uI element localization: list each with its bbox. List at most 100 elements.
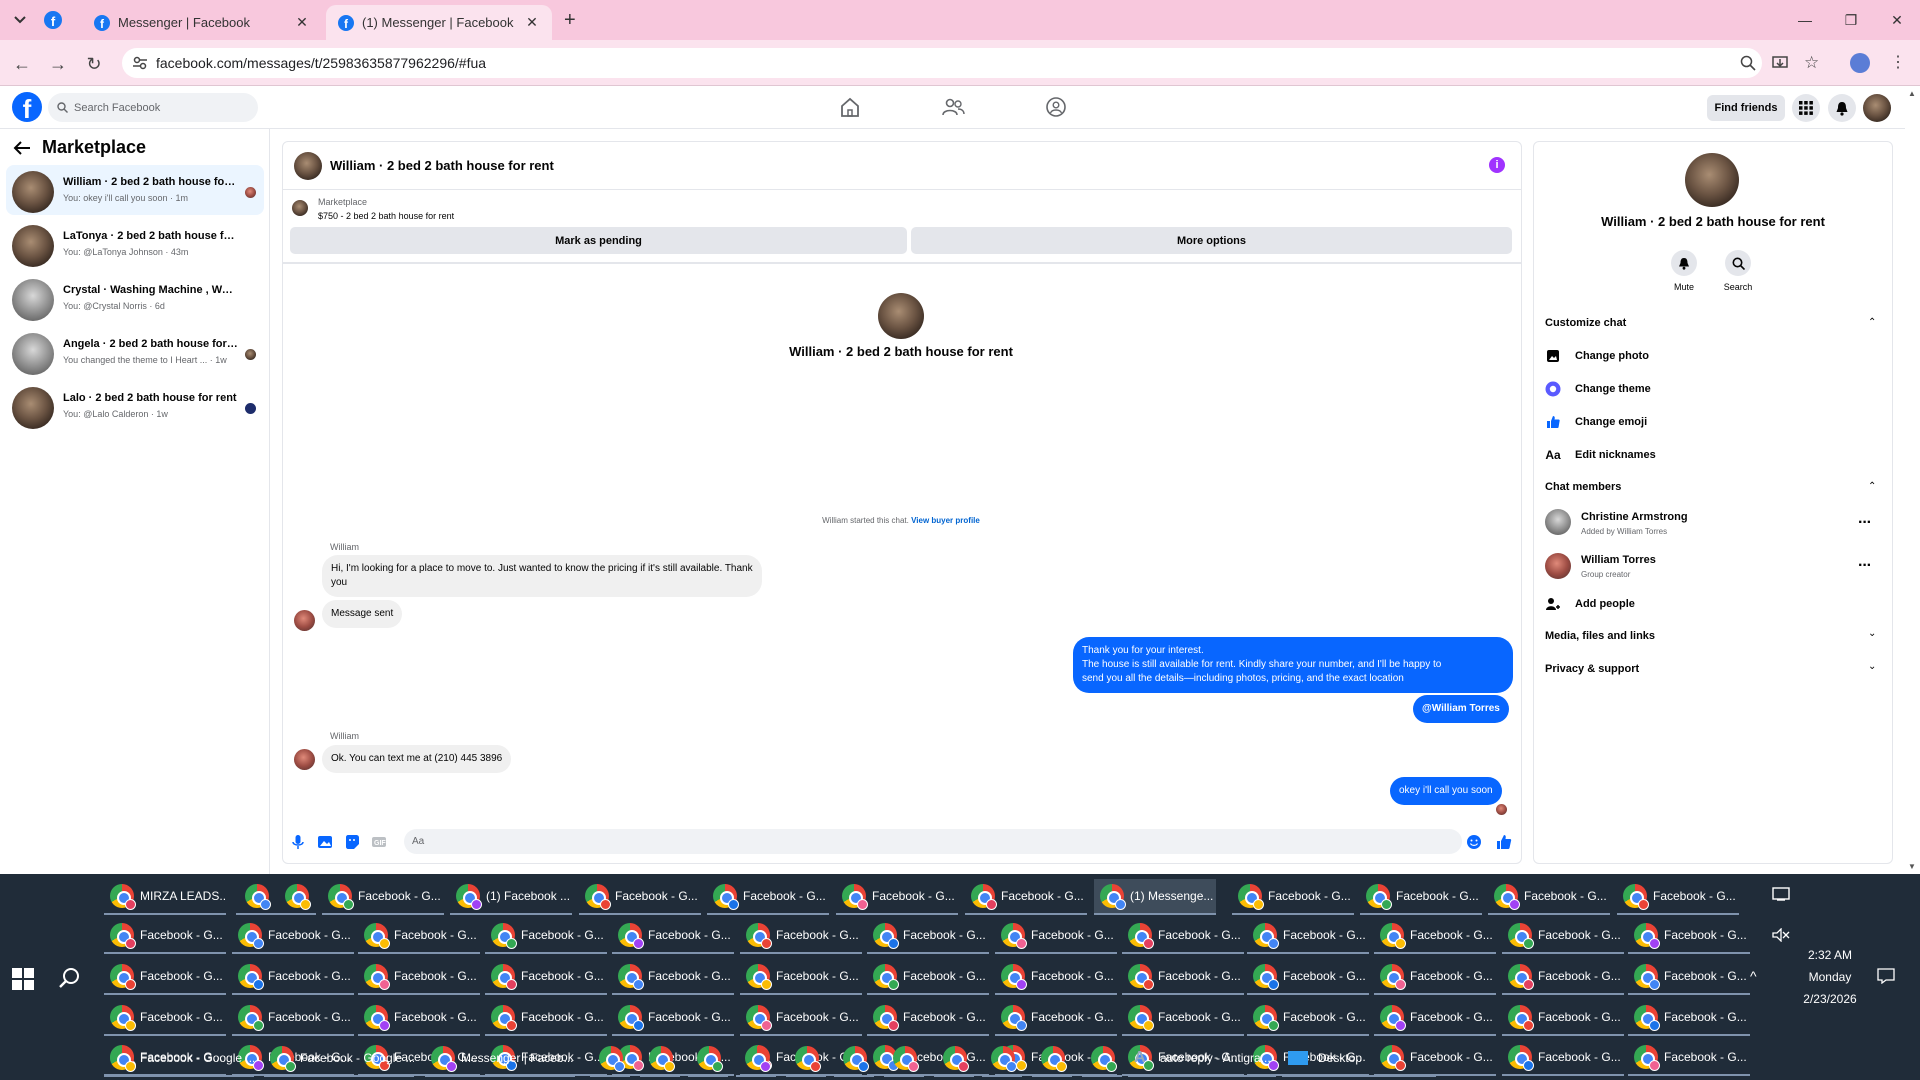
forward-button[interactable]: → (46, 52, 70, 76)
taskbar-window-button[interactable]: Facebook - G... (1247, 918, 1369, 954)
taskbar-window-button[interactable]: Facebook - G... (485, 1000, 607, 1036)
chevron-up-icon[interactable]: ^ (1750, 968, 1757, 984)
taskbar-window-button[interactable]: Facebook - G... (867, 1000, 989, 1036)
taskbar-window-button[interactable] (590, 1041, 630, 1077)
taskbar-window-button[interactable]: Facebook - G... (232, 1000, 354, 1036)
search-input[interactable]: Search Facebook (48, 93, 258, 122)
back-button[interactable]: ← (10, 52, 34, 76)
taskbar-window-button[interactable]: Facebook - G... (579, 879, 701, 915)
taskbar-window-button[interactable]: Facebook - G... (104, 918, 226, 954)
taskbar-window-button[interactable] (1032, 1041, 1072, 1077)
taskbar-window-button[interactable]: Facebook - G... (612, 959, 734, 995)
member-avatar[interactable] (1545, 509, 1571, 535)
taskbar-window-button[interactable] (786, 1041, 826, 1077)
more-options-button[interactable]: More options (911, 227, 1512, 254)
taskbar-window-button[interactable]: Facebook - G... (1122, 1000, 1244, 1036)
back-arrow-icon[interactable] (13, 140, 31, 156)
taskbar-window-button[interactable]: Facebook - G... (358, 918, 480, 954)
pinned-tab-facebook[interactable]: f (44, 11, 62, 29)
view-buyer-profile-link[interactable]: View buyer profile (911, 516, 980, 525)
taskbar-window-button[interactable] (736, 1041, 776, 1077)
member-name[interactable]: Christine Armstrong (1581, 511, 1688, 523)
taskbar-window-button[interactable]: Facebook - G... (1374, 1000, 1496, 1036)
taskbar-window-button[interactable] (934, 1041, 974, 1077)
mute-button[interactable] (1671, 250, 1697, 276)
message-input[interactable]: Aa (404, 829, 1462, 854)
taskbar-window-button[interactable] (834, 1041, 874, 1077)
media-files-section[interactable]: Media, files and links (1545, 630, 1655, 642)
conversation-item[interactable]: Crystal · Washing Machine , Washer You: … (6, 273, 264, 323)
chevron-up-icon[interactable]: ⌃ (1868, 481, 1876, 492)
emoji-icon[interactable] (1466, 834, 1482, 850)
chat-members-section[interactable]: Chat members (1545, 481, 1621, 493)
taskbar-window-button[interactable]: Facebook - G... (1122, 959, 1244, 995)
menu-grid-button[interactable] (1792, 94, 1820, 122)
close-icon[interactable]: ✕ (294, 14, 310, 30)
taskbar-window-button[interactable]: (1) Facebook ... (450, 879, 572, 915)
scroll-up-icon[interactable]: ▲ (1908, 89, 1916, 98)
search-conversation-button[interactable] (1725, 250, 1751, 276)
incoming-message[interactable]: Hi, I'm looking for a place to move to. … (322, 555, 762, 597)
taskbar-window-button[interactable]: Facebook - G... (1502, 918, 1624, 954)
volume-muted-icon[interactable] (1772, 928, 1790, 942)
facebook-logo[interactable]: f (12, 92, 42, 122)
taskbar-window-button[interactable]: Facebook - G... (1628, 959, 1750, 995)
close-window-button[interactable]: ✕ (1874, 0, 1920, 40)
taskbar-window-button[interactable]: Facebook - G... (707, 879, 829, 915)
site-info-icon[interactable] (132, 55, 148, 71)
menu-dots-icon[interactable]: ⋮ (1890, 52, 1906, 72)
taskbar-window-button[interactable]: Facebook - G... (867, 959, 989, 995)
chat-title[interactable]: William · 2 bed 2 bath house for rent (330, 158, 554, 173)
account-avatar[interactable] (1863, 94, 1891, 122)
taskbar-window-button[interactable]: Facebook - G... (612, 918, 734, 954)
change-photo-item[interactable]: Change photo (1545, 348, 1649, 364)
address-bar[interactable]: facebook.com/messages/t/2598363587796229… (122, 48, 1762, 78)
taskbar-window-button[interactable]: Aauto reply - Antigra... (1128, 1041, 1276, 1077)
taskbar-window-button[interactable]: Facebook - Google ... (104, 1041, 254, 1077)
taskbar-window-button[interactable]: Facebook - G... (1247, 1000, 1369, 1036)
taskbar-window-button[interactable]: Facebook - G... (612, 1000, 734, 1036)
page-scrollbar[interactable]: ▲ ▼ (1905, 86, 1920, 874)
friends-icon[interactable] (940, 96, 966, 118)
taskbar-window-button[interactable]: Facebook - G... (358, 1000, 480, 1036)
sticker-icon[interactable] (344, 834, 360, 850)
chevron-down-icon[interactable]: ⌄ (1868, 661, 1876, 672)
incoming-message[interactable]: Message sent (322, 600, 403, 628)
privacy-support-section[interactable]: Privacy & support (1545, 663, 1639, 675)
taskbar-window-button[interactable]: Facebook - G... (1232, 879, 1354, 915)
windows-start-icon[interactable] (12, 968, 34, 990)
taskbar-window-button[interactable]: Facebook - G... (485, 918, 607, 954)
taskbar-window-button[interactable]: Facebook - G... (232, 959, 354, 995)
search-icon[interactable] (58, 966, 82, 990)
chat-avatar[interactable] (294, 152, 322, 180)
taskbar-window-button[interactable]: Facebook - G... (1617, 879, 1739, 915)
profile-icon[interactable] (1850, 53, 1870, 73)
customize-chat-section[interactable]: Customize chat (1545, 317, 1626, 329)
photo-icon[interactable] (317, 834, 333, 850)
member-options-button[interactable]: ··· (1858, 557, 1872, 575)
taskbar-window-button[interactable]: Facebook - G... (740, 1000, 862, 1036)
clock-day[interactable]: Monday (1790, 970, 1870, 984)
listing-title[interactable]: $750 - 2 bed 2 bath house for rent (318, 211, 454, 221)
conversation-item[interactable]: Angela · 2 bed 2 bath house for rent You… (6, 327, 264, 377)
change-emoji-item[interactable]: Change emoji (1545, 414, 1647, 430)
thumbs-up-icon[interactable] (1496, 834, 1512, 850)
sender-avatar[interactable] (294, 749, 315, 770)
sender-avatar[interactable] (294, 610, 315, 631)
install-app-icon[interactable] (1772, 55, 1788, 71)
action-center-icon[interactable] (1772, 887, 1790, 901)
zoom-icon[interactable] (1740, 55, 1756, 71)
edit-nicknames-item[interactable]: Aa Edit nicknames (1545, 447, 1655, 463)
taskbar-window-button[interactable]: (1) Messenge... (1094, 879, 1216, 915)
taskbar-window-button[interactable]: Facebook - G... (1628, 1000, 1750, 1036)
incoming-message[interactable]: Ok. You can text me at (210) 445 3896 (322, 745, 512, 773)
taskbar-window-button[interactable] (884, 1041, 924, 1077)
taskbar-window-button[interactable]: Facebook - G... (1502, 1040, 1624, 1076)
taskbar-window-button[interactable]: Facebook - G... (1247, 959, 1369, 995)
tab-messenger-active[interactable]: f (1) Messenger | Facebook ✕ (326, 5, 552, 40)
member-avatar[interactable] (1545, 553, 1571, 579)
add-people-item[interactable]: Add people (1545, 596, 1635, 612)
taskbar-window-button[interactable] (1082, 1041, 1122, 1077)
gif-icon[interactable]: GIF (371, 834, 387, 850)
taskbar-window-button[interactable]: Facebook - G... (1122, 918, 1244, 954)
